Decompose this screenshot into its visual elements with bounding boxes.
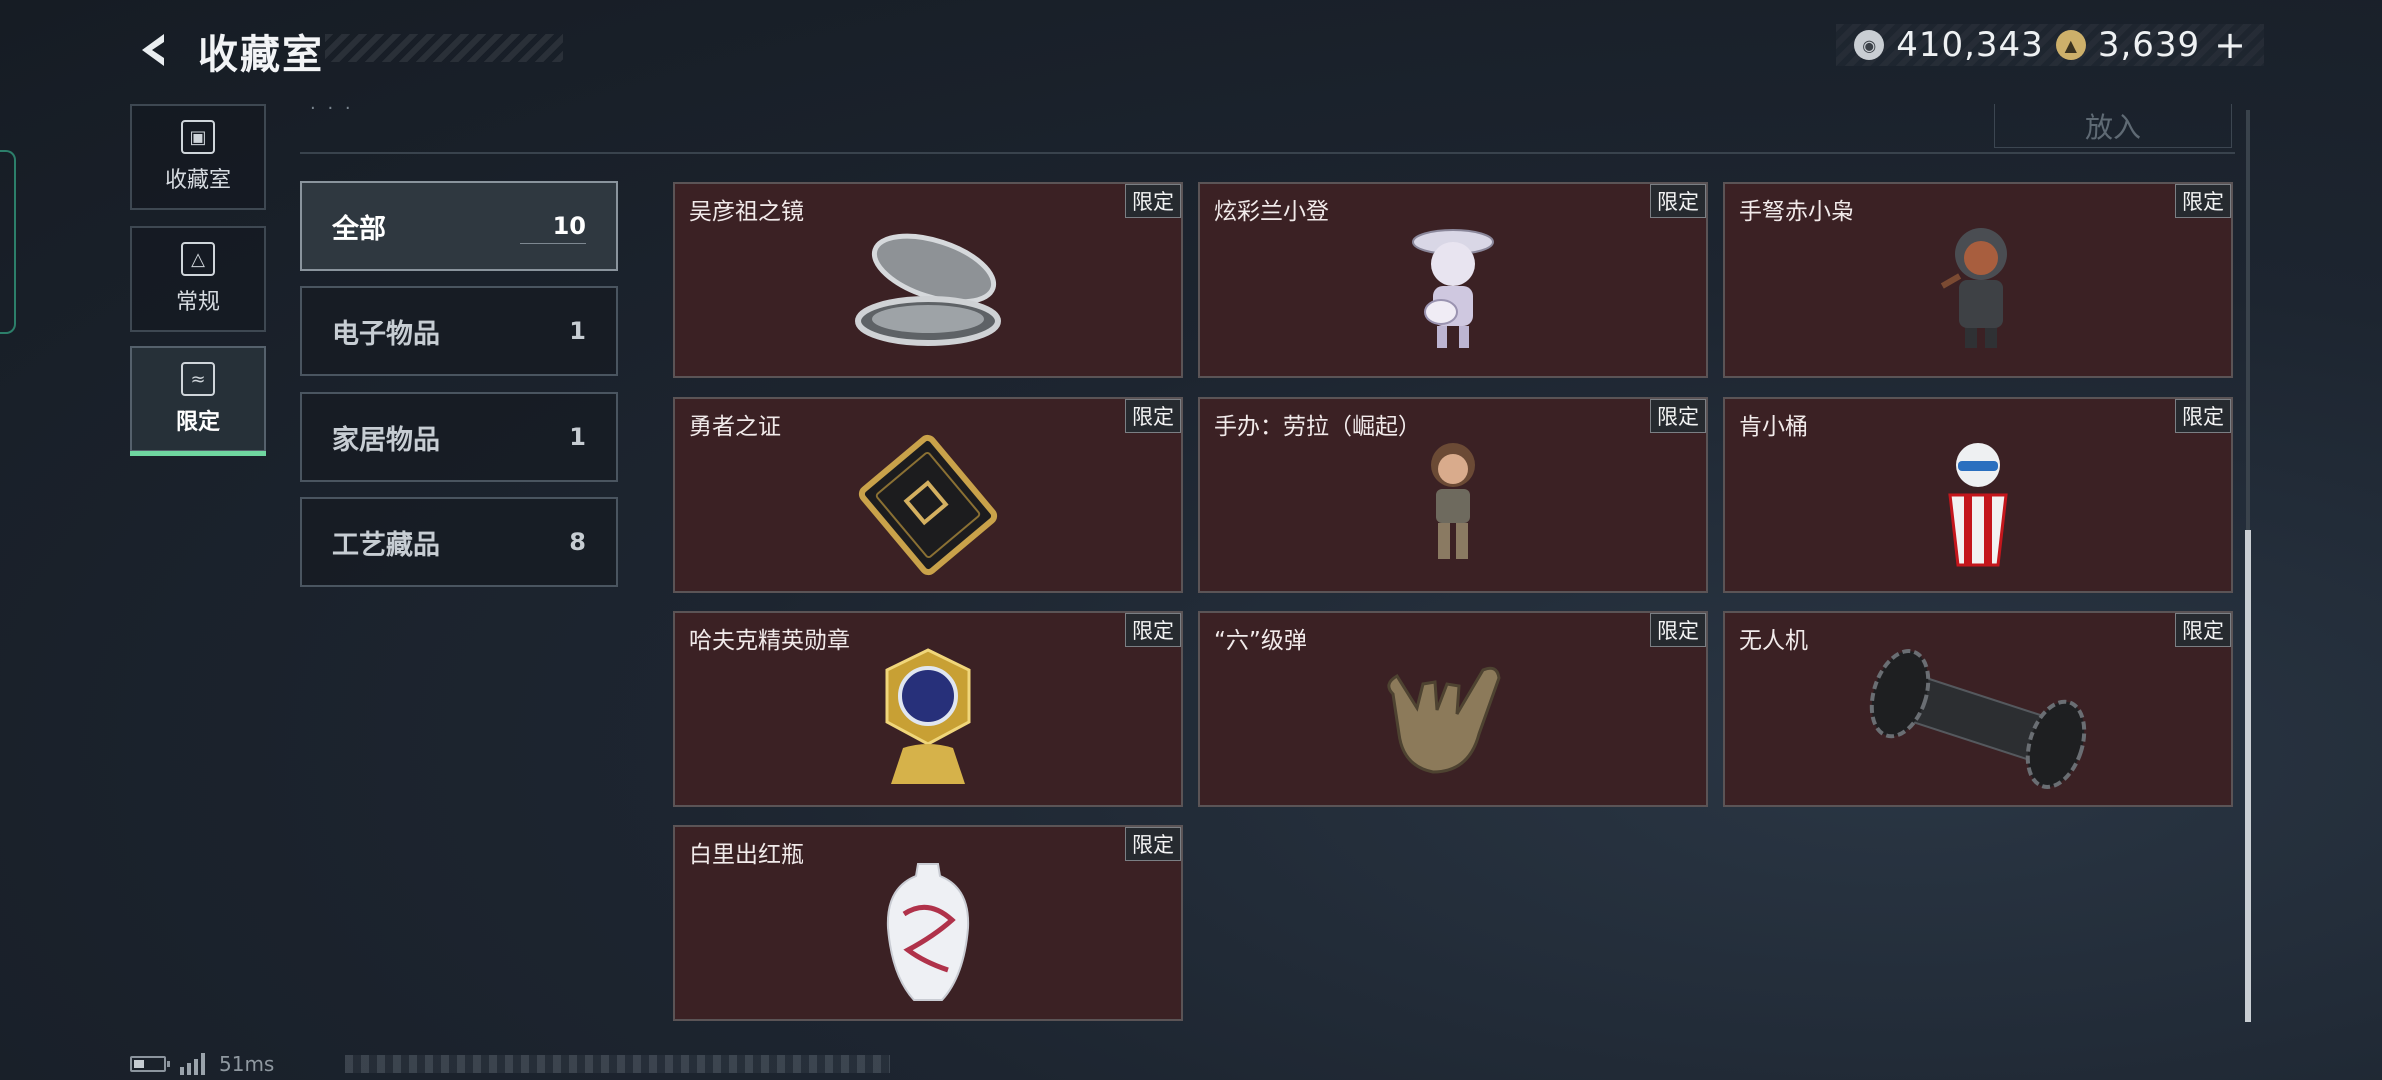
back-arrow-icon	[142, 34, 164, 66]
category-name: 工艺藏品	[332, 529, 440, 561]
bucket-figure-icon	[1725, 425, 2231, 585]
item-card[interactable]: 手办：劳拉（崛起） 限定	[1198, 397, 1708, 593]
title-decoration	[325, 34, 563, 62]
category-household[interactable]: 家居物品 1	[300, 392, 618, 482]
signal-icon	[180, 1053, 205, 1075]
category-name: 全部	[332, 213, 386, 245]
category-count: 1	[569, 317, 586, 345]
category-crafts[interactable]: 工艺藏品 8	[300, 497, 618, 587]
item-card[interactable]: 吴彦祖之镜 限定	[673, 182, 1183, 378]
hooded-figure-icon	[1725, 210, 2231, 370]
lara-figure-icon	[1200, 425, 1706, 585]
nav-regular[interactable]: △ 常规	[130, 226, 266, 332]
silver-coin-icon: ◉	[1854, 30, 1885, 60]
guitar-figure-icon	[1200, 210, 1706, 370]
gold-currency-value: 3,639	[2097, 25, 2201, 65]
porcelain-vase-icon	[675, 853, 1181, 1013]
item-card[interactable]: 炫彩兰小登 限定	[1198, 182, 1708, 378]
category-name: 家居物品	[332, 424, 440, 456]
page-title: 收藏室	[198, 32, 324, 78]
collection-room-icon: ▣	[181, 120, 215, 154]
card-badge-icon	[675, 425, 1181, 585]
side-edge-handle[interactable]	[0, 150, 16, 334]
header-divider	[300, 152, 2235, 154]
ping-readout: 51ms	[219, 1052, 275, 1076]
hand-gesture-icon	[1200, 639, 1706, 799]
item-card[interactable]: 白里出红瓶 限定	[673, 825, 1183, 1021]
item-card[interactable]: 肯小桶 限定	[1723, 397, 2233, 593]
item-card[interactable]: 勇者之证 限定	[673, 397, 1183, 593]
battery-icon	[130, 1056, 170, 1072]
back-button[interactable]	[132, 28, 176, 72]
nav-collection-room[interactable]: ▣ 收藏室	[130, 104, 266, 210]
nav-label: 限定	[175, 410, 220, 435]
item-card[interactable]: 无人机 限定	[1723, 611, 2233, 807]
nav-label: 收藏室	[164, 168, 231, 193]
gold-coin-icon: ▲	[2055, 30, 2086, 60]
regular-icon: △	[181, 242, 215, 276]
category-underline	[520, 243, 586, 244]
place-in-button[interactable]: 放入	[1994, 104, 2232, 148]
medal-icon	[675, 639, 1181, 799]
nav-label: 常规	[175, 290, 220, 315]
status-bar: 51ms	[130, 1052, 274, 1076]
category-count: 1	[569, 423, 586, 451]
add-currency-button[interactable]: +	[2214, 23, 2246, 67]
scrollbar-thumb[interactable]	[2245, 530, 2251, 1022]
currency-bar[interactable]: ◉ 410,343 ▲ 3,639 +	[1836, 23, 2264, 67]
blurred-info	[345, 1055, 890, 1073]
limited-icon: ≈	[181, 362, 215, 396]
category-count: 10	[552, 212, 586, 240]
item-card[interactable]: “六”级弹 限定	[1198, 611, 1708, 807]
nav-limited[interactable]: ≈ 限定	[130, 346, 266, 456]
silver-currency-value: 410,343	[1896, 25, 2044, 65]
category-electronics[interactable]: 电子物品 1	[300, 286, 618, 376]
active-underline	[130, 451, 266, 456]
category-count: 8	[569, 528, 586, 556]
drone-part-icon	[1725, 639, 2231, 799]
scrolled-header-fragment: · · ·	[310, 98, 354, 119]
item-card[interactable]: 哈夫克精英勋章 限定	[673, 611, 1183, 807]
category-name: 电子物品	[332, 318, 440, 350]
item-card[interactable]: 手弩赤小枭 限定	[1723, 182, 2233, 378]
mirror-compact-icon	[675, 210, 1181, 370]
category-all[interactable]: 全部 10	[300, 181, 618, 271]
